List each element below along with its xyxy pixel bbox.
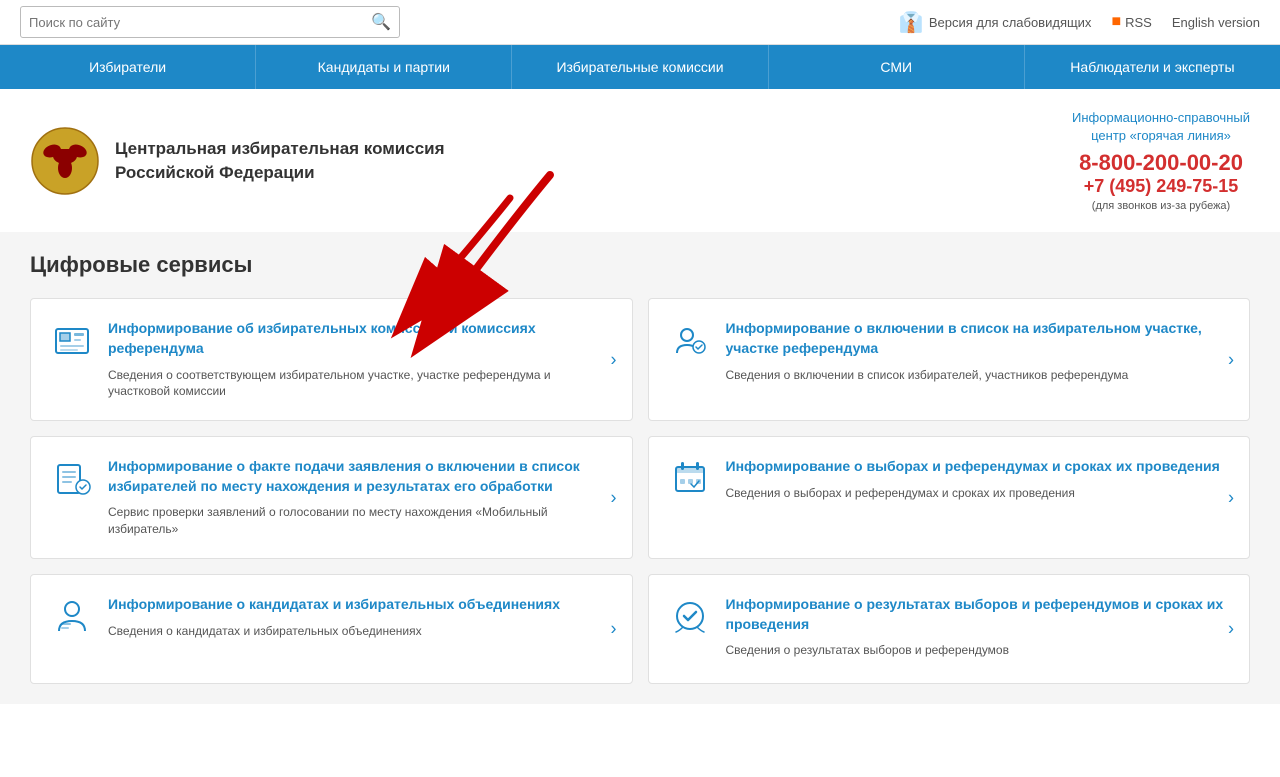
card6-desc: Сведения о результатах выборов и референ… [726, 642, 1225, 659]
nav-item-media[interactable]: СМИ [769, 45, 1025, 89]
org-name-line2: Российской Федерации [115, 163, 315, 182]
card5-desc: Сведения о кандидатах и избирательных об… [108, 623, 607, 640]
nav-item-commissions[interactable]: Избирательные комиссии [512, 45, 768, 89]
card3-desc: Сервис проверки заявлений о голосовании … [108, 504, 607, 538]
nav-item-voters[interactable]: Избиратели [0, 45, 256, 89]
section-title: Цифровые сервисы [30, 252, 1250, 278]
logo-section: Центральная избирательная комиссия Росси… [30, 126, 445, 196]
top-bar: 🔍 👔 Версия для слабовидящих ■ RSS Englis… [0, 0, 1280, 45]
card4-content: Информирование о выборах и референдумах … [726, 457, 1225, 501]
card1-arrow: › [611, 349, 617, 370]
org-name-line1: Центральная избирательная комиссия [115, 139, 445, 158]
card4-arrow: › [1228, 487, 1234, 508]
hotline-title: Информационно-справочный центр «горячая … [1072, 109, 1250, 145]
cards-grid: Информирование об избирательных комиссия… [30, 298, 1250, 684]
search-wrapper: 🔍 [20, 6, 400, 38]
search-input[interactable] [29, 15, 371, 30]
logo-text: Центральная избирательная комиссия Росси… [115, 137, 445, 185]
card1-title: Информирование об избирательных комиссия… [108, 319, 607, 358]
glasses-icon: 👔 [899, 10, 924, 35]
header-area: Центральная избирательная комиссия Росси… [0, 89, 1280, 232]
card5-title: Информирование о кандидатах и избиратель… [108, 595, 607, 615]
english-version-link[interactable]: English version [1172, 15, 1260, 30]
visually-impaired-link[interactable]: 👔 Версия для слабовидящих [899, 10, 1092, 35]
search-icon[interactable]: 🔍 [371, 12, 391, 32]
main-content: Цифровые сервисы [0, 232, 1280, 704]
card5-arrow: › [611, 618, 617, 639]
card4-desc: Сведения о выборах и референдумах и срок… [726, 485, 1225, 502]
hotline-note: (для звонков из-за рубежа) [1072, 200, 1250, 212]
card3-title: Информирование о факте подачи заявления … [108, 457, 607, 496]
nav-item-observers[interactable]: Наблюдатели и эксперты [1025, 45, 1280, 89]
card1-content: Информирование об избирательных комиссия… [108, 319, 607, 400]
card-results-info[interactable]: Информирование о результатах выборов и р… [648, 574, 1251, 684]
card5-icon [51, 595, 93, 637]
card2-desc: Сведения о включении в список избирателе… [726, 367, 1225, 384]
card-elections-info[interactable]: Информирование о выборах и референдумах … [648, 436, 1251, 559]
card-application-info[interactable]: Информирование о факте подачи заявления … [30, 436, 633, 559]
card1-desc: Сведения о соответствующем избирательном… [108, 367, 607, 401]
card3-arrow: › [611, 487, 617, 508]
card2-title: Информирование о включении в список на и… [726, 319, 1225, 358]
card3-icon [51, 457, 93, 499]
card-voter-list-info[interactable]: Информирование о включении в список на и… [648, 298, 1251, 421]
card6-arrow: › [1228, 618, 1234, 639]
logo-emblem [30, 126, 100, 196]
card4-icon [669, 457, 711, 499]
card6-content: Информирование о результатах выборов и р… [726, 595, 1225, 659]
card2-content: Информирование о включении в список на и… [726, 319, 1225, 383]
rss-label: RSS [1125, 15, 1152, 30]
top-bar-right: 👔 Версия для слабовидящих ■ RSS English … [899, 10, 1260, 35]
card3-content: Информирование о факте подачи заявления … [108, 457, 607, 538]
card2-icon [669, 319, 711, 361]
rss-icon: ■ [1111, 13, 1121, 31]
main-nav: Избиратели Кандидаты и партии Избиратель… [0, 45, 1280, 89]
card6-icon [669, 595, 711, 637]
english-version-label: English version [1172, 15, 1260, 30]
card4-title: Информирование о выборах и референдумах … [726, 457, 1225, 477]
card1-icon [51, 319, 93, 361]
card6-title: Информирование о результатах выборов и р… [726, 595, 1225, 634]
hotline-number-alt: +7 (495) 249-75-15 [1072, 176, 1250, 197]
nav-item-candidates[interactable]: Кандидаты и партии [256, 45, 512, 89]
card-candidates-info[interactable]: Информирование о кандидатах и избиратель… [30, 574, 633, 684]
visually-impaired-label: Версия для слабовидящих [929, 15, 1092, 30]
hotline-section: Информационно-справочный центр «горячая … [1072, 109, 1250, 212]
card5-content: Информирование о кандидатах и избиратель… [108, 595, 607, 639]
card-commissions-info[interactable]: Информирование об избирательных комиссия… [30, 298, 633, 421]
hotline-number-main: 8-800-200-00-20 [1072, 150, 1250, 176]
card2-arrow: › [1228, 349, 1234, 370]
rss-link[interactable]: ■ RSS [1111, 13, 1151, 31]
